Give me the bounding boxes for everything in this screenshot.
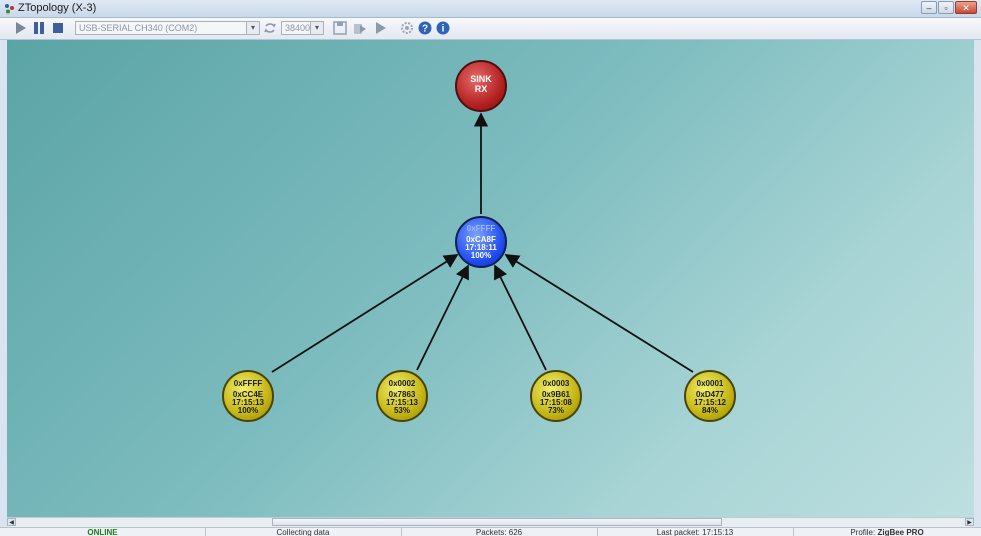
scroll-left-icon[interactable]: ◀ [7,518,16,526]
router-node[interactable]: 0xFFFF 0xCA8F 17:18:11 100% [455,216,507,268]
topology-canvas[interactable]: SINK RX 0xFFFF 0xCA8F 17:18:11 100% 0xFF… [7,40,974,517]
window-title: ZTopology (X-3) [18,2,97,14]
title-bar: ZTopology (X-3) – ▫ ✕ [0,0,981,18]
node-lqi: 73% [547,406,564,415]
sink-label: SINK [470,74,492,84]
end-device-node[interactable]: 0x0003 0x9B61 17:15:08 73% [530,370,582,422]
close-button[interactable]: ✕ [955,1,977,14]
baud-rate-select[interactable]: 38400 ▾ [281,21,324,35]
minimize-button[interactable]: – [921,1,937,14]
end-device-node[interactable]: 0x0001 0xD477 17:15:12 84% [684,370,736,422]
node-short-address: 0xFFFF [233,379,263,388]
end-device-node[interactable]: 0xFFFF 0xCC4E 17:15:13 100% [222,370,274,422]
link-node4-router [504,254,694,373]
baud-rate-value: 38400 [285,23,311,33]
node-short-address: 0xFFFF [466,224,496,233]
play-icon[interactable] [13,21,27,35]
settings-icon[interactable] [400,21,414,35]
node-short-address: 0x0002 [388,379,416,388]
link-node1-router [271,254,459,373]
help-icon[interactable]: ? [418,21,432,35]
sink-sublabel: RX [474,84,488,94]
pause-icon[interactable] [32,21,46,35]
svg-text:?: ? [422,24,428,35]
node-short-address: 0x0003 [542,379,570,388]
play-icon[interactable] [373,21,387,35]
node-lqi: 100% [237,406,259,415]
end-device-node[interactable]: 0x0002 0x7863 17:15:13 53% [376,370,428,422]
serial-port-value: USB-SERIAL CH340 (COM2) [79,23,198,33]
node-lqi: 53% [393,406,410,415]
node-lqi: 100% [470,251,492,260]
connection-lines [271,112,694,373]
chevron-down-icon[interactable]: ▾ [310,22,323,34]
maximize-button[interactable]: ▫ [938,1,954,14]
refresh-icon[interactable] [263,21,277,35]
svg-text:i: i [442,24,445,35]
scrollbar-thumb[interactable] [272,518,722,526]
toolbar: USB-SERIAL CH340 (COM2) ▾ 38400 ▾ ? i [0,18,981,40]
link-node2-router [416,264,469,371]
node-short-address: 0x0001 [696,379,724,388]
link-node3-router [494,264,547,371]
stop-icon[interactable] [51,21,65,35]
info-icon[interactable]: i [436,21,450,35]
horizontal-scrollbar[interactable]: ◀ ▶ [7,517,974,527]
serial-port-select[interactable]: USB-SERIAL CH340 (COM2) ▾ [75,21,260,35]
save-icon[interactable] [333,21,347,35]
export-icon[interactable] [353,21,367,35]
sink-node[interactable]: SINK RX [455,60,507,112]
node-lqi: 84% [701,406,718,415]
chevron-down-icon[interactable]: ▾ [246,22,259,34]
scroll-right-icon[interactable]: ▶ [965,518,974,526]
app-logo-icon [5,4,14,14]
